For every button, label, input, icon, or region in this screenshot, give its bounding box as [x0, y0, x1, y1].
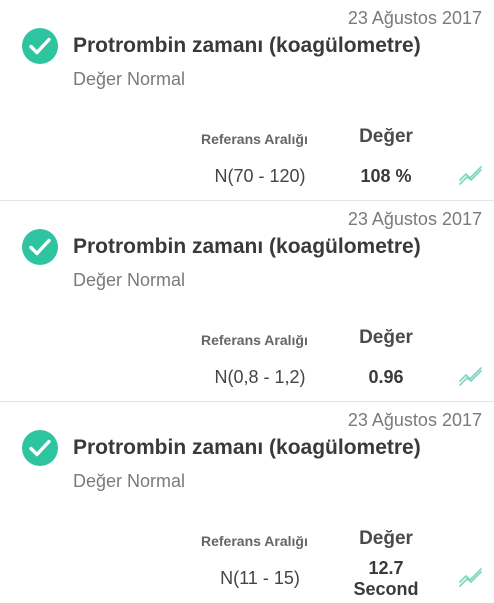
value-label: Değer: [359, 327, 413, 348]
reference-range-label: Referans Aralığı: [201, 533, 308, 549]
reference-range-label: Referans Aralığı: [201, 131, 308, 147]
trend-chart-icon[interactable]: [459, 166, 483, 186]
result-card[interactable]: 23 Ağustos 2017 Protrombin zamanı (koagü…: [0, 0, 494, 201]
reference-range: N(11 - 15): [220, 568, 300, 588]
trend-chart-icon[interactable]: [459, 367, 483, 387]
result-value: 12.7 Second: [340, 558, 432, 600]
result-card[interactable]: 23 Ağustos 2017 Protrombin zamanı (koagü…: [0, 402, 494, 603]
reference-range-label: Referans Aralığı: [201, 332, 308, 348]
trend-chart-icon[interactable]: [459, 568, 483, 588]
value-number: 108 %: [360, 166, 412, 186]
result-date: 23 Ağustos 2017: [347, 410, 482, 430]
reference-range: N(0,8 - 1,2): [214, 367, 306, 387]
result-value: 0.96: [340, 367, 432, 388]
value-label: Değer: [359, 126, 413, 147]
result-status: Değer Normal: [73, 69, 186, 89]
value-number: 0.96: [368, 367, 404, 387]
test-name: Protrombin zamanı (koagülometre): [73, 436, 421, 459]
check-circle-icon: [22, 430, 58, 466]
result-value: 108 %: [340, 166, 432, 187]
check-circle-icon: [22, 28, 58, 64]
result-date: 23 Ağustos 2017: [347, 8, 482, 28]
value-unit: Second: [353, 579, 419, 599]
result-status: Değer Normal: [73, 471, 186, 491]
result-date: 23 Ağustos 2017: [347, 209, 482, 229]
value-number: 12.7: [368, 558, 404, 578]
result-status: Değer Normal: [73, 270, 186, 290]
value-label: Değer: [359, 528, 413, 549]
test-name: Protrombin zamanı (koagülometre): [73, 235, 421, 258]
check-circle-icon: [22, 229, 58, 265]
result-card[interactable]: 23 Ağustos 2017 Protrombin zamanı (koagü…: [0, 201, 494, 402]
reference-range: N(70 - 120): [214, 166, 306, 186]
test-name: Protrombin zamanı (koagülometre): [73, 34, 421, 57]
